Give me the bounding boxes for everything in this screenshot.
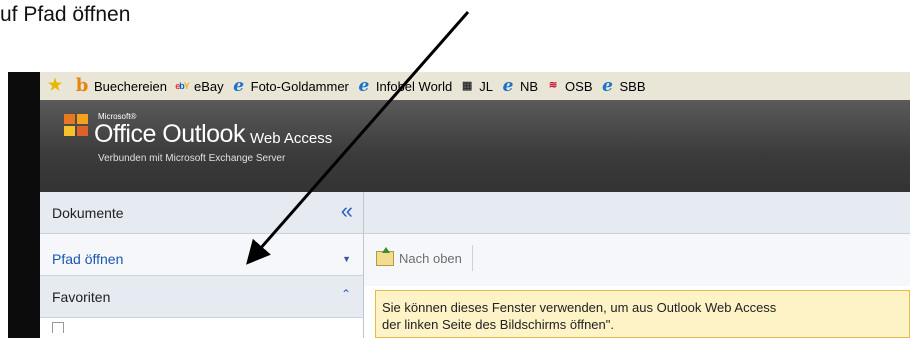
arrow-line [246,11,470,265]
annotation-arrow [246,11,470,265]
